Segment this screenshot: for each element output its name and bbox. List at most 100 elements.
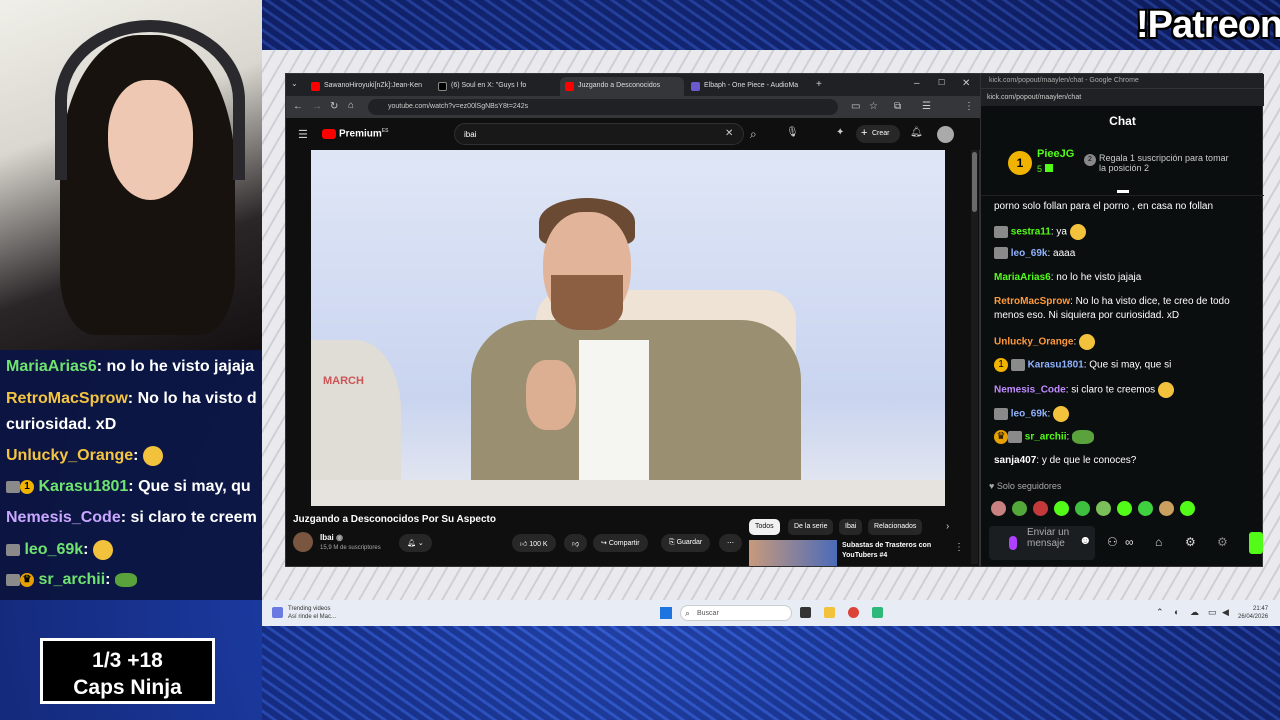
emote-icon[interactable] <box>1012 501 1027 516</box>
file-explorer-icon[interactable] <box>824 607 835 618</box>
clock[interactable]: 21:47 26/04/2026 <box>1238 605 1268 621</box>
task-view-icon[interactable] <box>800 607 811 618</box>
new-tab-icon[interactable]: + <box>816 79 822 90</box>
share-button[interactable]: ↪ Compartir <box>593 534 648 552</box>
clear-search-icon[interactable]: ✕ <box>725 128 733 139</box>
chat-message: RetroMacSprow: No lo ha visto dice, te c… <box>994 296 1230 321</box>
save-button[interactable]: ⎘ Guardar <box>661 534 711 552</box>
tab-juzgando[interactable]: Juzgando a Desconocidos <box>560 77 684 96</box>
video-player[interactable]: MARCH <box>311 150 945 506</box>
start-windows-icon[interactable] <box>660 607 672 619</box>
emote-icon[interactable] <box>1075 501 1090 516</box>
profile-menu-icon[interactable]: ☰ <box>922 101 931 112</box>
mention-icon[interactable]: ⚇ <box>1107 535 1118 549</box>
emote-icon[interactable] <box>1159 501 1174 516</box>
tab-elbaph[interactable]: Elbaph - One Piece - AudioMa <box>686 77 816 96</box>
notifications-bell-icon[interactable]: 🔔︎ <box>910 127 923 138</box>
minimize-icon[interactable]: – <box>914 78 920 89</box>
gaming-icon[interactable]: ✦ <box>836 127 844 138</box>
account-avatar[interactable] <box>937 126 954 143</box>
hamburger-menu-icon[interactable]: ☰ <box>298 128 308 141</box>
scrollbar-thumb[interactable] <box>972 152 977 212</box>
frog-emote-icon <box>1072 430 1095 444</box>
emote-icon[interactable] <box>1033 501 1048 516</box>
chat-message: MariaArias6: no lo he visto jajaja <box>994 272 1142 283</box>
widgets-icon[interactable] <box>272 607 283 618</box>
cast-icon[interactable]: ▭ <box>851 101 860 112</box>
home-icon[interactable]: ⌂ <box>348 100 354 111</box>
thumbs-up-icon: 👍︎ <box>520 541 528 548</box>
chrome-icon[interactable] <box>848 607 859 618</box>
chat-message-input[interactable]: Enviar un mensaje ☻ <box>989 526 1095 560</box>
tab-sawano[interactable]: SawanoHiroyuki[nZk]:Jean-Ken <box>306 77 431 96</box>
recommended-title[interactable]: Subastas de Trasteros con YouTubers #4 <box>842 541 952 561</box>
reload-icon[interactable]: ↻ <box>330 101 338 112</box>
microphone-icon[interactable]: 🎙︎ <box>786 127 799 138</box>
webcam-feed <box>0 0 262 350</box>
taskbar-search[interactable]: ⌕ Buscar <box>680 605 792 621</box>
bookmark-star-icon[interactable]: ☆ <box>869 101 878 112</box>
forward-icon[interactable]: → <box>312 101 322 112</box>
trending-widget[interactable]: Trending videos Así rinde el Mac... <box>288 605 336 621</box>
chip-relacionados[interactable]: Relacionados <box>868 519 923 535</box>
emote-icon[interactable] <box>1096 501 1111 516</box>
chat-settings-icon[interactable]: ⚙ <box>1217 535 1228 549</box>
network-icon[interactable]: ◐ <box>1174 607 1179 617</box>
emote-icon[interactable] <box>1138 501 1153 516</box>
link-icon[interactable]: ∞ <box>1125 535 1134 549</box>
badge-icon <box>994 247 1008 260</box>
badge-icon <box>6 544 20 556</box>
recommended-thumbnail[interactable] <box>749 540 837 566</box>
store-icon[interactable]: ⌂ <box>1155 535 1162 549</box>
emote-icon[interactable] <box>991 501 1006 516</box>
settings-gear-icon[interactable]: ⚙ <box>1185 535 1196 549</box>
search-icon[interactable]: ⌕ <box>750 127 757 142</box>
kick-chat-window: kick.com/popout/maaylen/chat - Google Ch… <box>980 73 1264 567</box>
crown-badge-icon: ♛ <box>20 572 34 587</box>
page-scrollbar[interactable] <box>971 150 978 564</box>
chip-todos[interactable]: Todos <box>749 519 780 535</box>
pinned-username[interactable]: PieeJG <box>1037 148 1074 160</box>
gift-icon <box>1044 164 1053 172</box>
back-icon[interactable]: ← <box>293 101 303 112</box>
more-actions-button[interactable]: ⋯ <box>719 534 742 552</box>
maximize-icon[interactable]: ☐ <box>938 78 945 87</box>
chip-ibai[interactable]: Ibai <box>839 519 863 535</box>
create-button[interactable]: + Crear <box>856 125 900 143</box>
dislike-button[interactable]: 👎︎ <box>564 534 588 552</box>
bookmark-icon: ⎘ <box>669 539 675 546</box>
thinking-emote-icon <box>92 540 113 560</box>
like-button[interactable]: 👍︎ 100 K <box>512 534 556 552</box>
emoji-icon[interactable]: ☻ <box>1079 534 1092 546</box>
emote-icon[interactable] <box>1117 501 1132 516</box>
send-button[interactable] <box>1249 532 1263 554</box>
address-bar: ← → ↻ ⌂ youtube.com/watch?v=ez00lSgNBsY8… <box>286 96 981 118</box>
emote-icon[interactable] <box>1180 501 1195 516</box>
url-input[interactable]: youtube.com/watch?v=ez00lSgNBsY8t=242s <box>368 99 838 115</box>
more-options-icon[interactable]: ⋮ <box>964 101 974 112</box>
collapse-handle-icon[interactable] <box>1117 190 1129 193</box>
display-icon[interactable]: ▭ <box>1208 607 1217 618</box>
overlay-chat-line: 1 Karasu1801: Que si may, qu <box>6 478 262 496</box>
chevron-right-icon[interactable]: › <box>946 521 949 532</box>
emote-icon[interactable] <box>1054 501 1069 516</box>
tray-chevron-icon[interactable]: ⌃ <box>1156 607 1164 618</box>
app-icon[interactable] <box>872 607 883 618</box>
channel-name[interactable]: Ibai ◉ <box>320 533 343 542</box>
close-window-icon[interactable]: ✕ <box>962 78 970 89</box>
microphone-icon[interactable] <box>1009 536 1017 550</box>
youtube-play-icon <box>322 128 336 139</box>
extensions-icon[interactable]: ⧉ <box>894 101 901 112</box>
volume-icon[interactable]: ◀ <box>1222 607 1229 618</box>
recommended-menu-icon[interactable]: ⋮ <box>954 542 964 553</box>
onedrive-icon[interactable]: ☁ <box>1190 607 1199 618</box>
chip-de-la-serie[interactable]: De la serie <box>788 519 834 535</box>
kick-url[interactable]: kick.com/popout/maaylen/chat <box>981 88 1264 106</box>
video-person-shirt <box>579 340 649 480</box>
youtube-premium-logo[interactable]: PremiumES <box>322 128 388 139</box>
tab-x-soul[interactable]: (6) Soul en X: "Guys I fo <box>433 77 558 96</box>
channel-avatar[interactable] <box>293 532 313 552</box>
tab-menu-icon[interactable]: ⌄ <box>291 79 298 88</box>
youtube-search-input[interactable]: ibai <box>454 123 744 145</box>
subscribe-bell-button[interactable]: 🔔︎ ⌄ <box>399 534 432 552</box>
